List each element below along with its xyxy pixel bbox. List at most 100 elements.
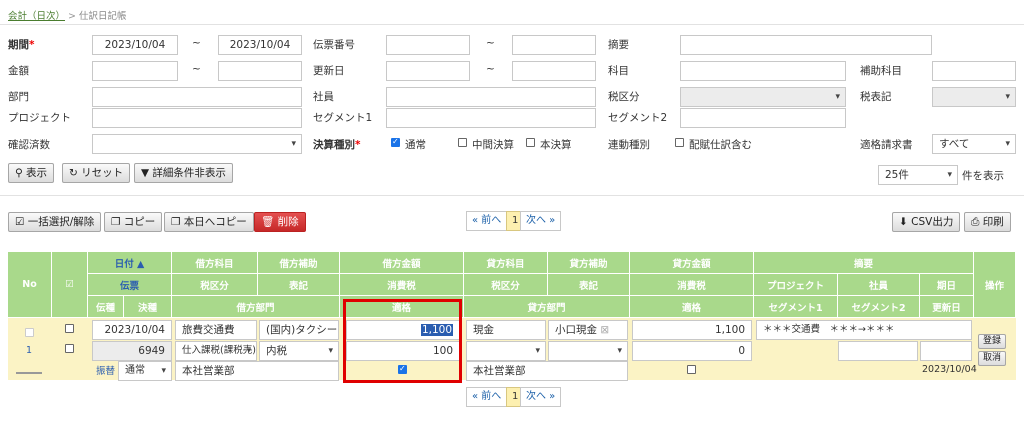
- toggle-detail-button[interactable]: ▼ 詳細条件非表示: [134, 163, 233, 183]
- slip-no-tilde: ~: [486, 37, 495, 49]
- updated-from-input[interactable]: [386, 61, 470, 81]
- header-segment2: セグメント2: [838, 296, 920, 318]
- project-input[interactable]: [92, 108, 302, 128]
- closing-normal-label: 通常: [405, 139, 426, 151]
- row-settle-type-select[interactable]: 通常: [118, 361, 172, 381]
- slip-no-to-input[interactable]: [512, 35, 596, 55]
- closing-final-checkbox[interactable]: [526, 138, 535, 147]
- summary-input[interactable]: [680, 35, 932, 55]
- row-disabled-checkbox: [25, 328, 34, 337]
- period-to-input[interactable]: 2023/10/04: [218, 35, 302, 55]
- bulk-select-button[interactable]: ☑ 一括選択/解除: [8, 212, 102, 232]
- tax-class-select[interactable]: [680, 87, 846, 107]
- updated-to-input[interactable]: [512, 61, 596, 81]
- download-icon: ⬇: [899, 216, 912, 228]
- reset-button[interactable]: ↻ リセット: [62, 163, 131, 183]
- row-cancel-button[interactable]: 取消: [978, 351, 1007, 366]
- header-slip[interactable]: 伝票: [88, 274, 172, 296]
- row-dr-dept-input[interactable]: 本社営業部: [175, 361, 339, 381]
- tax-class-label: 税区分: [608, 91, 640, 103]
- confirmed-label: 確認済数: [8, 139, 50, 151]
- header-ops: 操作: [974, 252, 1016, 318]
- per-page-select[interactable]: 25件: [878, 165, 958, 185]
- dept-input[interactable]: [92, 87, 302, 107]
- closing-normal-checkbox[interactable]: [391, 137, 400, 147]
- summary-label: 摘要: [608, 39, 629, 51]
- show-button[interactable]: ⚲ 表示: [8, 163, 55, 183]
- csv-button[interactable]: ⬇ CSV出力: [892, 212, 961, 232]
- row-dr-sub-input[interactable]: (国内)タクシー: [259, 320, 339, 340]
- row-date-input[interactable]: 2023/10/04: [92, 320, 172, 340]
- account-input[interactable]: [680, 61, 846, 81]
- invoice-select[interactable]: すべて: [932, 134, 1016, 154]
- row-cr-tax-input[interactable]: 0: [632, 341, 752, 361]
- employee-label: 社員: [313, 91, 334, 103]
- row-no: 1: [26, 345, 33, 356]
- period-from-input[interactable]: 2023/10/04: [92, 35, 178, 55]
- header-cr-qualified: 適格: [630, 296, 754, 318]
- closing-type-label: 決算種別*: [313, 139, 361, 151]
- row-transfer-label: 振替: [96, 366, 116, 377]
- employee-input[interactable]: [386, 87, 596, 107]
- print-button[interactable]: ⎙ 印刷: [964, 212, 1011, 232]
- confirmed-select[interactable]: [92, 134, 302, 154]
- header-dr-tax-display: 表記: [258, 274, 340, 296]
- header-dr-dept: 借方部門: [172, 296, 340, 318]
- amount-to-input[interactable]: [218, 61, 302, 81]
- row-due-date-input[interactable]: [920, 341, 972, 361]
- closing-interim-checkbox[interactable]: [458, 138, 467, 147]
- delete-button[interactable]: 🗑 削除: [254, 212, 306, 232]
- dept-label: 部門: [8, 91, 29, 103]
- row-dr-account-input[interactable]: 旅費交通費: [175, 320, 257, 340]
- row-cr-tax-display-select[interactable]: [548, 341, 628, 361]
- segment1-input[interactable]: [386, 108, 596, 128]
- breadcrumb-separator: >: [68, 11, 77, 22]
- filter-icon: ▼: [141, 167, 153, 179]
- row-updated: 2023/10/04: [922, 364, 977, 375]
- copy-button[interactable]: ❐ コピー: [104, 212, 163, 232]
- amount-from-input[interactable]: [92, 61, 178, 81]
- pager-prev-top[interactable]: « 前へ: [466, 211, 508, 231]
- sub-account-label: 補助科目: [860, 65, 902, 77]
- slip-no-from-input[interactable]: [386, 35, 470, 55]
- header-check[interactable]: ☑: [52, 252, 88, 318]
- row-cr-qualified-checkbox[interactable]: [687, 365, 696, 374]
- row-cr-sub-input[interactable]: 小口現金 ⊠: [548, 320, 628, 340]
- copy-icon: ❐: [111, 216, 124, 228]
- row-summary-input[interactable]: ＊＊＊交通費 ＊＊＊→＊＊＊: [756, 320, 972, 340]
- row-cr-amount-input[interactable]: 1,100: [632, 320, 752, 340]
- pager-next-top[interactable]: 次へ »: [520, 211, 562, 231]
- row-cr-account-input[interactable]: 現金: [466, 320, 546, 340]
- row-cr-dept-input[interactable]: 本社営業部: [466, 361, 628, 381]
- row-select-checkbox-2[interactable]: [65, 344, 74, 353]
- include-allocation-label: 配賦仕訳含む: [689, 139, 752, 151]
- header-no: No: [8, 252, 52, 318]
- clear-icon[interactable]: ⊠: [597, 324, 609, 336]
- sub-account-input[interactable]: [932, 61, 1016, 81]
- pager-prev-bottom[interactable]: « 前へ: [466, 387, 508, 407]
- period-tilde: ~: [192, 37, 201, 49]
- copy-today-button[interactable]: ❐ 本日へコピー: [164, 212, 254, 232]
- row-employee-input[interactable]: [838, 341, 918, 361]
- per-page-suffix: 件を表示: [962, 170, 1004, 182]
- row-dr-tax-display-select[interactable]: 内税: [259, 341, 339, 361]
- header-settle-type: 決種: [124, 296, 172, 318]
- row-cr-tax-class-select[interactable]: [466, 341, 546, 361]
- row-register-button[interactable]: 登録: [978, 334, 1007, 349]
- pager-next-bottom[interactable]: 次へ »: [520, 387, 562, 407]
- header-project: プロジェクト: [754, 274, 838, 296]
- project-label: プロジェクト: [8, 112, 71, 124]
- row-drag-handle[interactable]: [16, 370, 42, 374]
- copy-icon: ❐: [171, 216, 184, 228]
- header-date[interactable]: 日付 ▲: [88, 252, 172, 274]
- row-select-checkbox-1[interactable]: [65, 324, 74, 333]
- header-cr-account: 貸方科目: [464, 252, 548, 274]
- row-dr-tax-class-select[interactable]: 仕入課税(課税売): [175, 341, 257, 361]
- slip-no-label: 伝票番号: [313, 39, 355, 51]
- include-allocation-checkbox[interactable]: [675, 138, 684, 147]
- segment2-input[interactable]: [680, 108, 846, 128]
- tax-display-select[interactable]: [932, 87, 1016, 107]
- checkbox-icon: ☑: [15, 216, 28, 228]
- breadcrumb-parent-link[interactable]: 会計（日次）: [8, 11, 65, 22]
- header-cr-dept: 貸方部門: [464, 296, 630, 318]
